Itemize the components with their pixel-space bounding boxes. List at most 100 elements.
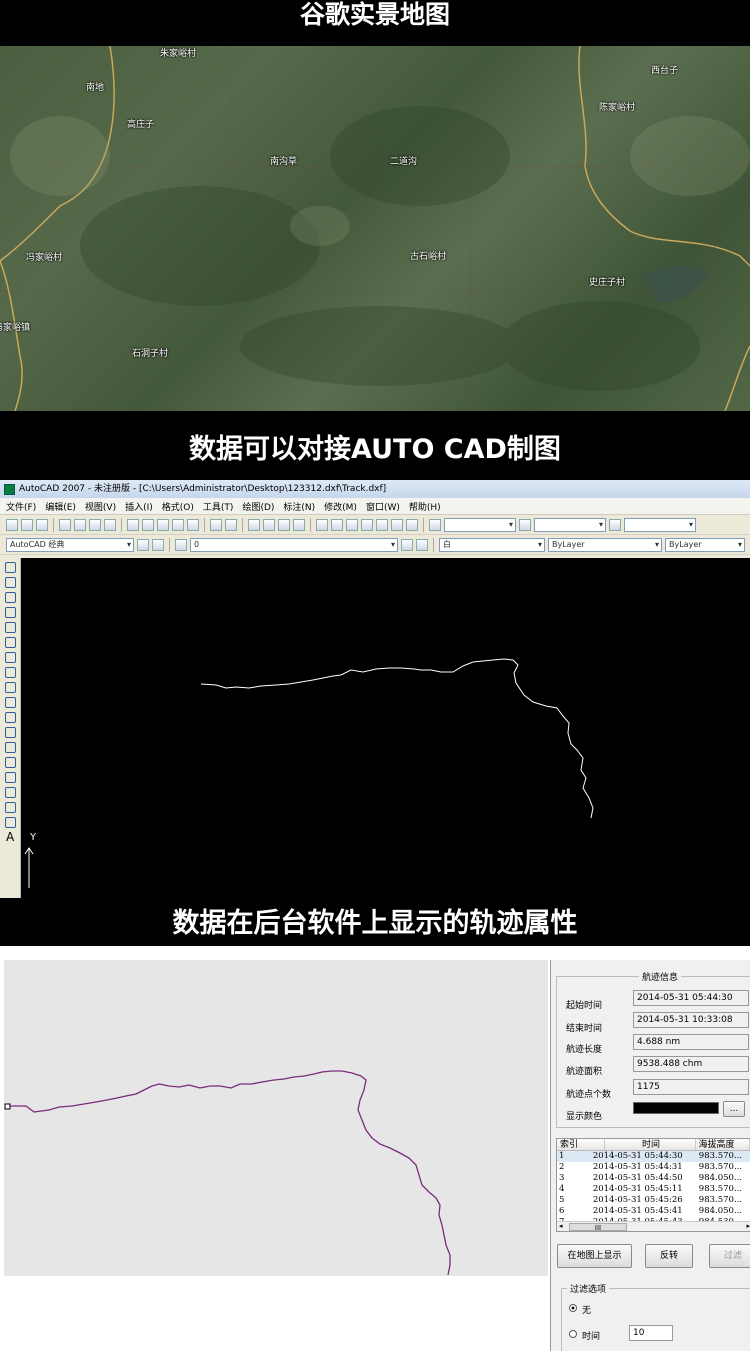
text-style-select[interactable] [444, 517, 516, 532]
menu-item-modify[interactable]: 修改(M) [324, 500, 357, 513]
open-file-icon[interactable] [21, 518, 33, 531]
reverse-button[interactable]: 反转 [645, 1244, 693, 1268]
track-points-table[interactable]: 索引 时间 海拔高度 1 2014-05-31 05:44:30 983.570..… [556, 1138, 750, 1232]
properties-icon[interactable] [316, 518, 328, 531]
rectangle-icon[interactable] [5, 622, 16, 633]
point-count-field[interactable]: 1175 [633, 1079, 749, 1095]
sheet-set-icon[interactable] [361, 518, 373, 531]
menu-item-help[interactable]: 帮助(H) [409, 500, 441, 513]
design-center-icon[interactable] [331, 518, 343, 531]
menu-item-insert[interactable]: 插入(I) [125, 500, 153, 513]
zoom-realtime-icon[interactable] [263, 518, 275, 531]
menu-item-file[interactable]: 文件(F) [6, 500, 36, 513]
multiline-text-icon[interactable]: A [6, 830, 20, 844]
print-icon[interactable] [59, 518, 71, 531]
dim-style-select[interactable] [534, 517, 606, 532]
polyline-icon[interactable] [5, 592, 16, 603]
column-header-index[interactable]: 索引 [557, 1139, 605, 1150]
column-header-altitude[interactable]: 海拔高度 [696, 1139, 750, 1150]
workspace-select[interactable]: AutoCAD 经典 [6, 537, 134, 552]
horizontal-scrollbar[interactable]: ◂ III ▸ [557, 1221, 750, 1231]
workspace-settings-icon[interactable] [137, 538, 149, 551]
zoom-window-icon[interactable] [278, 518, 290, 531]
insert-block-icon[interactable] [5, 727, 16, 738]
layer-select[interactable]: 0 [190, 537, 398, 552]
drawing-canvas[interactable]: Y [21, 558, 750, 898]
menu-item-window[interactable]: 窗口(W) [366, 500, 400, 513]
scroll-left-icon[interactable]: ◂ [559, 1222, 563, 1231]
table-icon[interactable] [5, 817, 16, 828]
layer-previous-icon[interactable] [416, 538, 428, 551]
markup-icon[interactable] [376, 518, 388, 531]
tool-palettes-icon[interactable] [346, 518, 358, 531]
color-select[interactable]: 白 [439, 537, 545, 552]
publish-icon[interactable] [89, 518, 101, 531]
point-icon[interactable] [5, 757, 16, 768]
autocad-window[interactable]: AutoCAD 2007 - 未注册版 - [C:\Users\Administ… [0, 480, 750, 898]
make-block-icon[interactable] [5, 742, 16, 753]
paste-icon[interactable] [157, 518, 169, 531]
cut-icon[interactable] [127, 518, 139, 531]
zoom-previous-icon[interactable] [293, 518, 305, 531]
filter-time-input[interactable]: 10 [629, 1325, 673, 1341]
line-icon[interactable] [5, 562, 16, 573]
track-map-view[interactable] [4, 960, 548, 1276]
revision-cloud-icon[interactable] [5, 667, 16, 678]
show-on-map-button[interactable]: 在地图上显示 [557, 1244, 632, 1268]
calculator-icon[interactable] [391, 518, 403, 531]
satellite-map[interactable]: 朱家峪村 南地 高庄子 南沟草 二道沟 西台子 陈家峪村 冯家峪村 古石峪村 史… [0, 46, 750, 411]
menu-item-format[interactable]: 格式(O) [162, 500, 194, 513]
polygon-icon[interactable] [5, 607, 16, 618]
menu-item-draw[interactable]: 绘图(D) [242, 500, 274, 513]
redo-icon[interactable] [225, 518, 237, 531]
region-icon[interactable] [5, 802, 16, 813]
display-color-swatch[interactable] [633, 1102, 719, 1114]
filter-none-radio[interactable] [569, 1304, 577, 1312]
copy-icon[interactable] [142, 518, 154, 531]
circle-icon[interactable] [5, 652, 16, 663]
end-time-field[interactable]: 2014-05-31 10:33:08 [633, 1012, 749, 1028]
linetype-select[interactable]: ByLayer [548, 537, 662, 552]
undo-icon[interactable] [210, 518, 222, 531]
track-length-field[interactable]: 4.688 nm [633, 1034, 749, 1050]
track-area-field[interactable]: 9538.488 chm [633, 1056, 749, 1072]
ellipse-icon[interactable] [5, 697, 16, 708]
save-icon[interactable] [36, 518, 48, 531]
new-file-icon[interactable] [6, 518, 18, 531]
construction-line-icon[interactable] [5, 577, 16, 588]
hatch-icon[interactable] [5, 772, 16, 783]
scroll-right-icon[interactable]: ▸ [746, 1222, 750, 1231]
text-style-icon[interactable] [429, 518, 441, 531]
make-current-layer-icon[interactable] [401, 538, 413, 551]
block-editor-icon[interactable] [187, 518, 199, 531]
ellipse-arc-icon[interactable] [5, 712, 16, 723]
help-icon[interactable] [406, 518, 418, 531]
column-header-time[interactable]: 时间 [605, 1139, 696, 1150]
table-row[interactable]: 4 2014-05-31 05:45:11 983.570... [557, 1184, 750, 1195]
track-software-window[interactable]: 航迹信息 起始时间 2014-05-31 05:44:30 结束时间 2014-… [0, 946, 750, 1351]
menu-item-dimension[interactable]: 标注(N) [283, 500, 315, 513]
table-style-select[interactable] [624, 517, 696, 532]
preview-icon[interactable] [74, 518, 86, 531]
dim-style-icon[interactable] [519, 518, 531, 531]
table-style-icon[interactable] [609, 518, 621, 531]
arc-icon[interactable] [5, 637, 16, 648]
table-row[interactable]: 3 2014-05-31 05:44:50 984.050... [557, 1173, 750, 1184]
start-time-field[interactable]: 2014-05-31 05:44:30 [633, 990, 749, 1006]
layer-manager-icon[interactable] [175, 538, 187, 551]
filter-time-radio[interactable] [569, 1330, 577, 1338]
table-row[interactable]: 1 2014-05-31 05:44:30 983.570... [557, 1151, 750, 1162]
table-row[interactable]: 2 2014-05-31 05:44:31 983.570... [557, 1162, 750, 1173]
scroll-thumb[interactable]: III [569, 1223, 627, 1231]
color-picker-button[interactable]: ... [723, 1101, 745, 1117]
lineweight-select[interactable]: ByLayer [665, 537, 745, 552]
workspace-save-icon[interactable] [152, 538, 164, 551]
filter-button[interactable]: 过滤 [709, 1244, 750, 1268]
gradient-icon[interactable] [5, 787, 16, 798]
menu-item-tools[interactable]: 工具(T) [203, 500, 234, 513]
menu-item-view[interactable]: 视图(V) [85, 500, 116, 513]
web-icon[interactable] [104, 518, 116, 531]
table-row[interactable]: 5 2014-05-31 05:45:26 983.570... [557, 1195, 750, 1206]
pan-icon[interactable] [248, 518, 260, 531]
table-row[interactable]: 6 2014-05-31 05:45:41 984.050... [557, 1206, 750, 1217]
